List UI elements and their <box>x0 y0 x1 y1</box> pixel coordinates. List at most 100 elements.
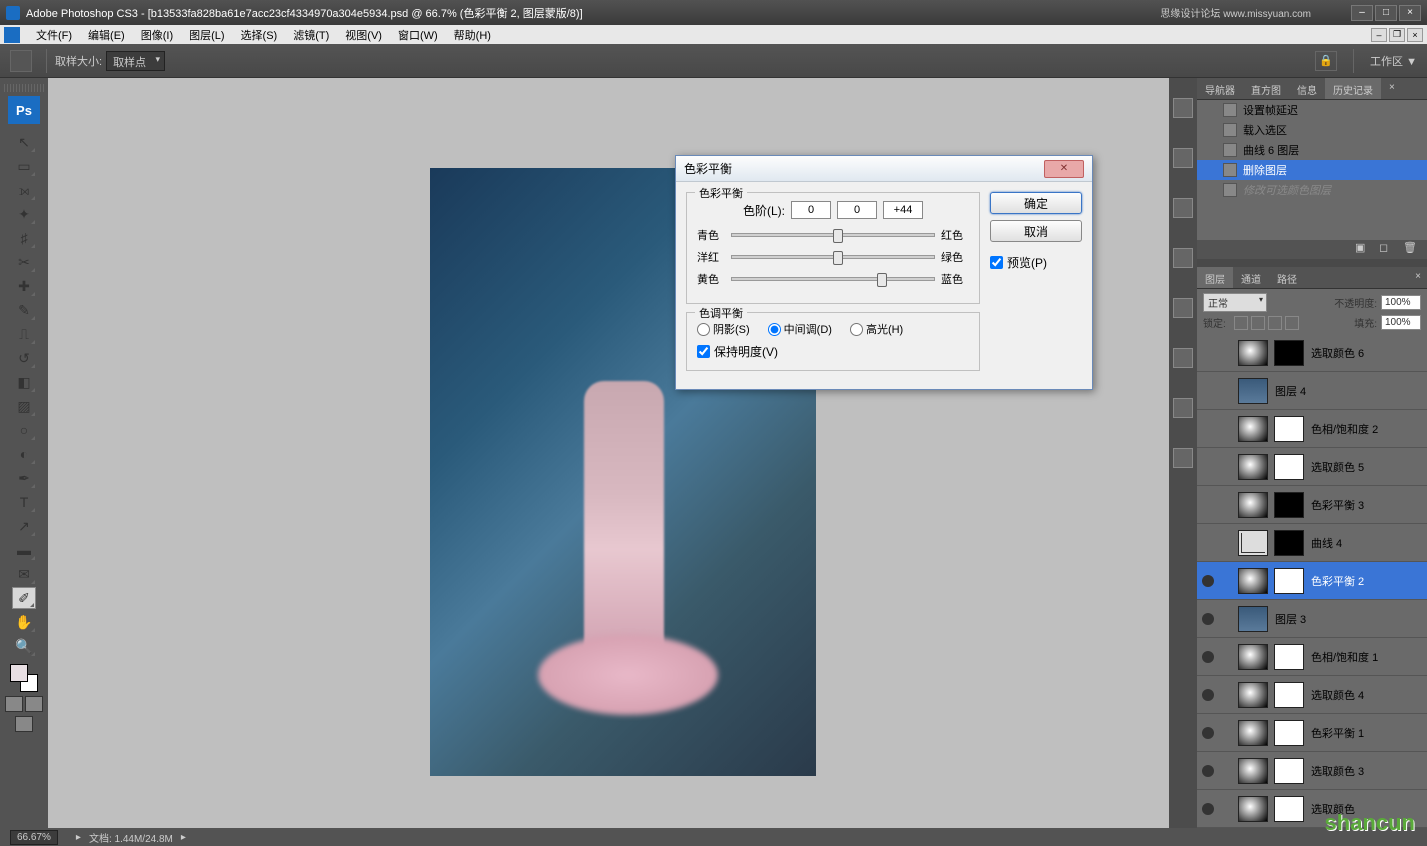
layer-mask-thumb[interactable] <box>1274 758 1304 784</box>
menu-layer[interactable]: 图层(L) <box>181 27 232 43</box>
visibility-icon[interactable] <box>1202 613 1214 625</box>
visibility-toggle[interactable] <box>1197 613 1219 625</box>
layer-thumb[interactable] <box>1238 340 1268 366</box>
layer-thumb[interactable] <box>1238 644 1268 670</box>
layer-name[interactable]: 选取颜色 <box>1307 801 1427 817</box>
layer-thumb[interactable] <box>1238 568 1268 594</box>
dock-icon-1[interactable] <box>1173 98 1193 118</box>
layer-thumb[interactable] <box>1238 796 1268 822</box>
layer-name[interactable]: 选取颜色 3 <box>1307 763 1427 779</box>
layer-row[interactable]: 选取颜色 4 <box>1197 676 1427 714</box>
menu-file[interactable]: 文件(F) <box>28 27 80 43</box>
heal-tool[interactable]: ✚ <box>12 275 36 297</box>
layer-row[interactable]: 选取颜色 3 <box>1197 752 1427 790</box>
tone-shadow-radio[interactable]: 阴影(S) <box>697 321 750 337</box>
gradient-tool[interactable]: ▨ <box>12 395 36 417</box>
layer-thumb[interactable] <box>1238 682 1268 708</box>
layer-name[interactable]: 色彩平衡 1 <box>1307 725 1427 741</box>
preserve-lum-checkbox[interactable]: 保持明度(V) <box>697 343 969 360</box>
dock-icon-6[interactable] <box>1173 348 1193 368</box>
layer-name[interactable]: 选取颜色 6 <box>1307 345 1427 361</box>
visibility-toggle[interactable] <box>1197 575 1219 587</box>
visibility-icon[interactable] <box>1202 803 1214 815</box>
color-swatch[interactable] <box>10 664 38 692</box>
dialog-titlebar[interactable]: 色彩平衡 ✕ <box>676 156 1092 182</box>
menu-image[interactable]: 图像(I) <box>133 27 181 43</box>
level-input-2[interactable] <box>837 201 877 219</box>
layer-name[interactable]: 色彩平衡 3 <box>1307 497 1427 513</box>
dock-icon-8[interactable] <box>1173 448 1193 468</box>
sample-size-dropdown[interactable]: 取样点 <box>106 51 165 71</box>
layer-mask-thumb[interactable] <box>1274 720 1304 746</box>
lock-position-icon[interactable] <box>1268 316 1282 330</box>
layer-thumb[interactable] <box>1238 530 1268 556</box>
eraser-tool[interactable]: ◧ <box>12 371 36 393</box>
layer-name[interactable]: 图层 3 <box>1271 611 1427 627</box>
tab-channels[interactable]: 通道 <box>1233 267 1269 288</box>
tab-layers[interactable]: 图层 <box>1197 267 1233 288</box>
history-item[interactable]: 删除图层 <box>1197 160 1427 180</box>
hand-tool[interactable]: ✋ <box>12 611 36 633</box>
dodge-tool[interactable]: ◐ <box>12 443 36 465</box>
tab-navigator[interactable]: 导航器 <box>1197 78 1243 99</box>
menu-edit[interactable]: 编辑(E) <box>80 27 133 43</box>
mdi-minimize[interactable]: – <box>1371 28 1387 42</box>
workspace-dropdown[interactable]: 工作区 ▼ <box>1370 53 1417 69</box>
layer-row[interactable]: 选取颜色 6 <box>1197 334 1427 372</box>
zoom-input[interactable]: 66.67% <box>10 830 58 845</box>
lasso-tool[interactable]: ⟕ <box>12 179 36 201</box>
history-item[interactable]: 设置帧延迟 <box>1197 100 1427 120</box>
slice-tool[interactable]: ✂ <box>12 251 36 273</box>
layer-row[interactable]: 选取颜色 5 <box>1197 448 1427 486</box>
layer-thumb[interactable] <box>1238 720 1268 746</box>
level-input-1[interactable] <box>791 201 831 219</box>
dock-icon-3[interactable] <box>1173 198 1193 218</box>
wand-tool[interactable]: ✦ <box>12 203 36 225</box>
dialog-close-button[interactable]: ✕ <box>1044 160 1084 178</box>
ok-button[interactable]: 确定 <box>990 192 1082 214</box>
notes-tool[interactable]: ✉ <box>12 563 36 585</box>
layer-mask-thumb[interactable] <box>1274 454 1304 480</box>
visibility-icon[interactable] <box>1202 689 1214 701</box>
close-button[interactable]: × <box>1399 5 1421 21</box>
brush-tool[interactable]: ✎ <box>12 299 36 321</box>
layer-mask-thumb[interactable] <box>1274 492 1304 518</box>
layer-thumb[interactable] <box>1238 416 1268 442</box>
layer-row[interactable]: 色彩平衡 3 <box>1197 486 1427 524</box>
layer-mask-thumb[interactable] <box>1274 644 1304 670</box>
layer-name[interactable]: 色彩平衡 2 <box>1307 573 1427 589</box>
tone-high-radio[interactable]: 高光(H) <box>850 321 903 337</box>
visibility-icon[interactable] <box>1202 575 1214 587</box>
minimize-button[interactable]: – <box>1351 5 1373 21</box>
pen-tool[interactable]: ✒ <box>12 467 36 489</box>
opacity-input[interactable]: 100% <box>1381 295 1421 310</box>
layer-name[interactable]: 色相/饱和度 2 <box>1307 421 1427 437</box>
tab-paths[interactable]: 路径 <box>1269 267 1305 288</box>
lock-pixels-icon[interactable] <box>1251 316 1265 330</box>
screenmode-icon[interactable] <box>15 716 33 732</box>
history-item[interactable]: 曲线 6 图层 <box>1197 140 1427 160</box>
visibility-icon[interactable] <box>1202 651 1214 663</box>
visibility-toggle[interactable] <box>1197 689 1219 701</box>
menu-window[interactable]: 窗口(W) <box>390 27 446 43</box>
shape-tool[interactable]: ▬ <box>12 539 36 561</box>
dock-icon-4[interactable] <box>1173 248 1193 268</box>
layer-row[interactable]: 图层 4 <box>1197 372 1427 410</box>
menu-filter[interactable]: 滤镜(T) <box>285 27 337 43</box>
slider-track-0[interactable] <box>731 233 935 237</box>
layers-tab-close[interactable]: × <box>1409 267 1427 288</box>
visibility-toggle[interactable] <box>1197 651 1219 663</box>
layer-row[interactable]: 色相/饱和度 1 <box>1197 638 1427 676</box>
layer-mask-thumb[interactable] <box>1274 530 1304 556</box>
tool-preset-icon[interactable] <box>10 50 32 72</box>
dock-icon-2[interactable] <box>1173 148 1193 168</box>
layer-name[interactable]: 选取颜色 5 <box>1307 459 1427 475</box>
stamp-tool[interactable]: ⎍ <box>12 323 36 345</box>
visibility-icon[interactable] <box>1202 727 1214 739</box>
preview-checkbox[interactable]: 预览(P) <box>990 254 1082 271</box>
layer-row[interactable]: 色相/饱和度 2 <box>1197 410 1427 448</box>
layer-mask-thumb[interactable] <box>1274 682 1304 708</box>
cancel-button[interactable]: 取消 <box>990 220 1082 242</box>
path-tool[interactable]: ↗ <box>12 515 36 537</box>
level-input-3[interactable] <box>883 201 923 219</box>
